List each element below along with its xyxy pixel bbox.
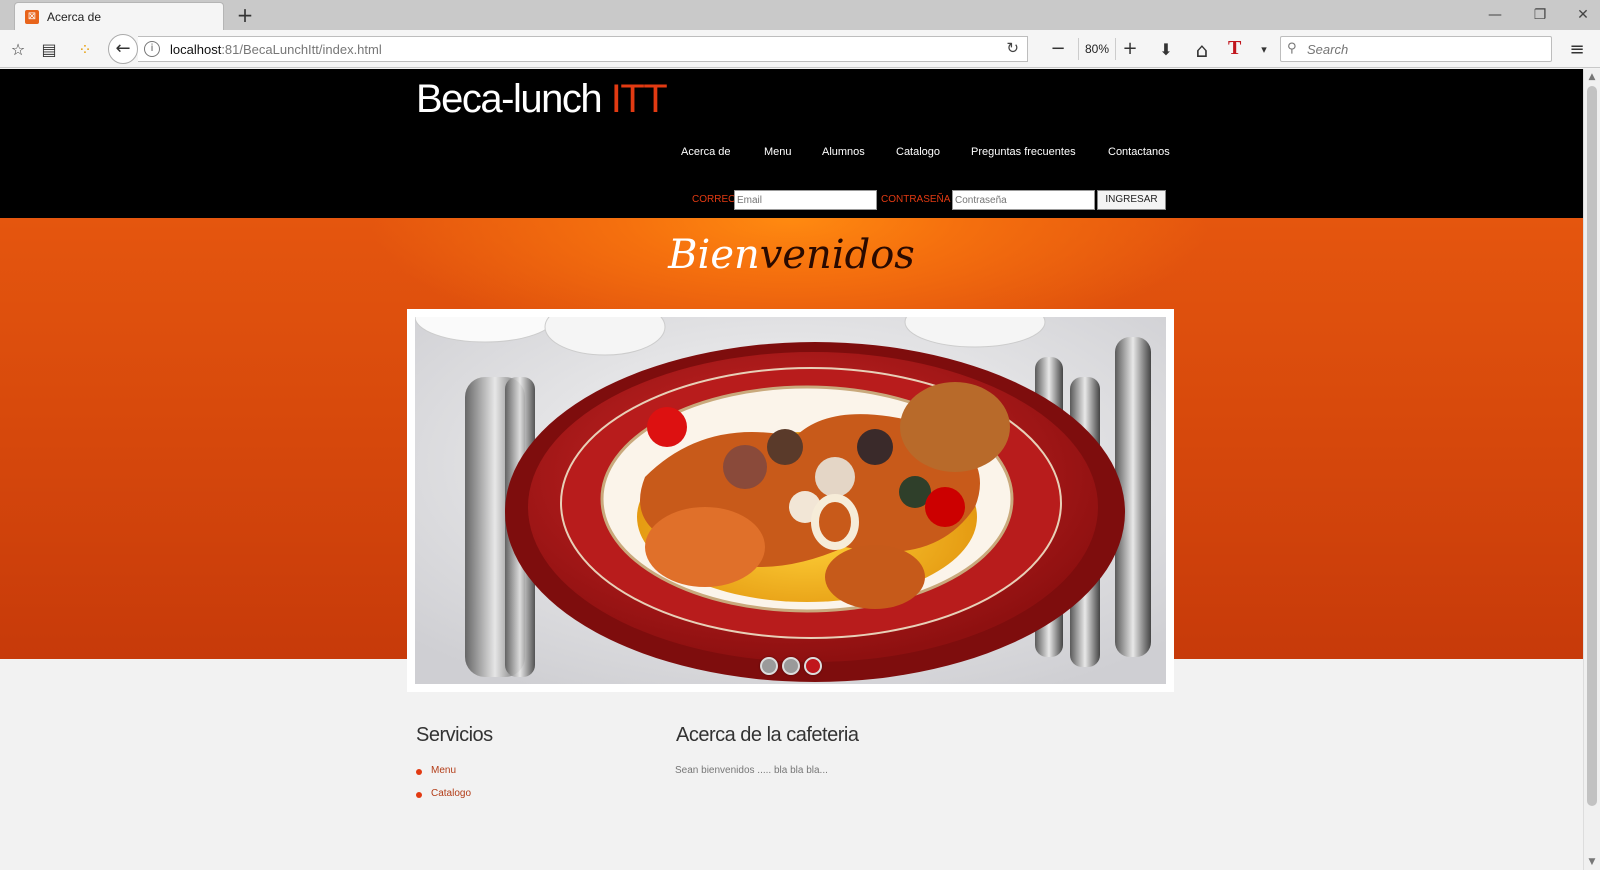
welcome-heading-light: Bien <box>668 232 760 278</box>
nav-catalogo[interactable]: Catalogo <box>896 146 940 158</box>
bullet-icon <box>416 769 422 775</box>
scroll-up-icon[interactable]: ▲ <box>1584 69 1600 85</box>
seafood-plate-illustration <box>415 317 1166 684</box>
slider-dot-3[interactable] <box>803 657 822 675</box>
restore-window-button[interactable]: ❐ <box>1525 4 1555 26</box>
hamburger-menu-icon[interactable]: ≡ <box>1566 39 1588 61</box>
reader-view-icon[interactable]: ▤ <box>38 39 60 61</box>
image-slider <box>407 309 1174 692</box>
bullet-icon <box>416 792 422 798</box>
slider-dot-1[interactable] <box>759 657 778 675</box>
site-logo[interactable]: Beca-lunch ITT <box>416 77 668 122</box>
url-bar[interactable]: i localhost:81/BecaLunchItt/index.html ↻ <box>138 36 1028 62</box>
login-form: CORREO CONTRASEÑA INGRESAR <box>0 189 1583 211</box>
slide-image-seafood-plate[interactable] <box>415 317 1166 684</box>
nav-menu[interactable]: Menu <box>764 146 792 158</box>
login-submit-button[interactable]: INGRESAR <box>1097 190 1166 210</box>
site-info-icon[interactable]: i <box>144 41 160 57</box>
scroll-down-icon[interactable]: ▼ <box>1584 854 1600 870</box>
service-link-catalogo[interactable]: Catalogo <box>431 788 471 799</box>
vertical-scrollbar[interactable]: ▲ ▼ <box>1583 69 1600 870</box>
bookmark-star-icon[interactable]: ☆ <box>7 39 29 61</box>
apps-icon[interactable]: ⁘ <box>74 39 96 61</box>
browser-search-box[interactable]: ⚲ <box>1280 36 1552 62</box>
search-icon: ⚲ <box>1287 41 1297 56</box>
email-field[interactable] <box>734 190 877 210</box>
site-header: Beca-lunch ITT Acerca de Menu Alumnos Ca… <box>0 69 1583 218</box>
nav-acerca-de[interactable]: Acerca de <box>681 146 731 158</box>
new-tab-button[interactable]: + <box>234 4 256 26</box>
welcome-heading-dark: venidos <box>759 232 915 278</box>
slider-dot-2[interactable] <box>781 657 800 675</box>
about-text: Sean bienvenidos ..... bla bla bla... <box>675 765 828 776</box>
url-path: :81/BecaLunchItt/index.html <box>221 42 382 57</box>
services-title: Servicios <box>416 724 493 746</box>
page-viewport: Beca-lunch ITT Acerca de Menu Alumnos Ca… <box>0 69 1583 870</box>
home-icon[interactable]: ⌂ <box>1191 39 1213 61</box>
service-link-menu[interactable]: Menu <box>431 765 456 776</box>
password-label: CONTRASEÑA <box>881 194 951 205</box>
scrollbar-thumb[interactable] <box>1587 86 1597 806</box>
about-title: Acerca de la cafeteria <box>676 724 859 746</box>
browser-tab[interactable]: ⊠ Acerca de <box>14 2 224 30</box>
tab-title: Acerca de <box>47 10 102 24</box>
nav-alumnos[interactable]: Alumnos <box>822 146 865 158</box>
logo-accent-text: ITT <box>610 77 668 121</box>
url-text[interactable]: localhost:81/BecaLunchItt/index.html <box>170 42 382 57</box>
reload-icon[interactable]: ↻ <box>1006 39 1019 57</box>
main-nav: Acerca de Menu Alumnos Catalogo Pregunta… <box>0 146 1583 166</box>
logo-main-text: Beca-lunch <box>416 77 611 121</box>
zoom-level[interactable]: 80% <box>1078 38 1116 60</box>
tab-strip: ⊠ Acerca de + — ❐ ✕ <box>0 0 1600 30</box>
email-label: CORREO <box>692 194 736 205</box>
url-host: localhost <box>170 42 222 57</box>
download-icon[interactable]: ⬇ <box>1155 39 1177 61</box>
close-window-button[interactable]: ✕ <box>1568 4 1598 26</box>
nav-preguntas-frecuentes[interactable]: Preguntas frecuentes <box>971 146 1076 158</box>
zoom-in-button[interactable]: + <box>1120 39 1140 59</box>
t-extension-icon[interactable]: T <box>1228 37 1241 60</box>
browser-search-input[interactable] <box>1307 40 1547 58</box>
extension-dropdown-icon[interactable]: ▾ <box>1253 39 1275 61</box>
zoom-out-button[interactable]: − <box>1048 39 1068 59</box>
welcome-heading: Bienvenidos <box>0 232 1583 278</box>
nav-contactanos[interactable]: Contactanos <box>1108 146 1170 158</box>
back-button[interactable]: ← <box>108 34 138 64</box>
password-field[interactable] <box>952 190 1095 210</box>
browser-toolbar: ☆ ▤ ⁘ ← i localhost:81/BecaLunchItt/inde… <box>0 30 1600 68</box>
slider-pagination <box>415 657 1166 677</box>
xampp-favicon-icon: ⊠ <box>25 10 39 24</box>
minimize-window-button[interactable]: — <box>1480 4 1510 26</box>
